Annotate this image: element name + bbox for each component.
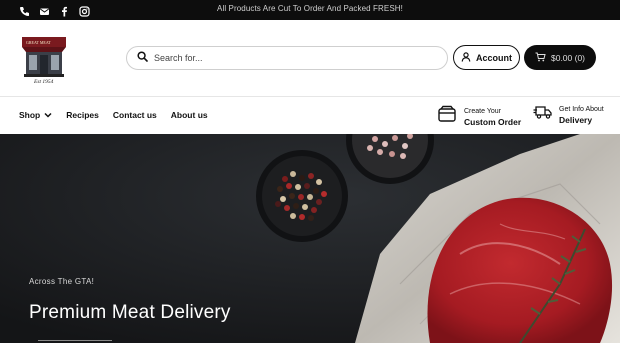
logo-est-text: Est 1954: [33, 78, 54, 84]
hero-banner: Across The GTA! Premium Meat Delivery: [0, 134, 620, 343]
main-nav: Shop Recipes Contact us About us Create …: [0, 97, 620, 134]
hero-title: Premium Meat Delivery: [29, 302, 231, 323]
user-icon: [461, 51, 471, 64]
delivery-info-link[interactable]: Get Info About Delivery: [533, 104, 604, 125]
custom-order-link[interactable]: Create Your Custom Order: [437, 104, 521, 129]
feature-line2: Custom Order: [464, 116, 522, 127]
cart-icon: [535, 52, 546, 64]
nav-item-shop[interactable]: Shop: [19, 110, 52, 120]
announcement-text: All Products Are Cut To Order And Packed…: [217, 4, 403, 13]
nav-item-recipes[interactable]: Recipes: [66, 110, 99, 120]
search-icon[interactable]: [137, 49, 148, 67]
svg-text:GREAT MEAT: GREAT MEAT: [26, 40, 51, 45]
cart-button[interactable]: $0.00 (0): [524, 45, 596, 70]
nav-item-label: Shop: [19, 110, 41, 120]
chevron-down-icon: [44, 112, 52, 118]
feature-line1: Create Your: [464, 107, 501, 115]
cart-total: $0.00 (0): [550, 52, 586, 63]
nav-item-about-us[interactable]: About us: [171, 110, 208, 120]
box-icon: [437, 104, 457, 129]
feature-line2: Delivery: [559, 114, 593, 125]
hero-subtitle: Across The GTA!: [29, 277, 95, 286]
truck-icon: [533, 104, 552, 125]
feature-line1: Get Info About: [559, 105, 604, 113]
search-bar[interactable]: [126, 46, 448, 70]
account-label: Account: [476, 52, 512, 63]
site-header: GREAT MEAT Est 1954 Account $0.00 (0): [0, 20, 620, 97]
store-logo[interactable]: GREAT MEAT Est 1954: [20, 34, 68, 85]
account-button[interactable]: Account: [453, 45, 520, 70]
announcement-bar: All Products Are Cut To Order And Packed…: [0, 0, 620, 20]
search-input[interactable]: [154, 53, 434, 63]
nav-item-contact-us[interactable]: Contact us: [113, 110, 157, 120]
